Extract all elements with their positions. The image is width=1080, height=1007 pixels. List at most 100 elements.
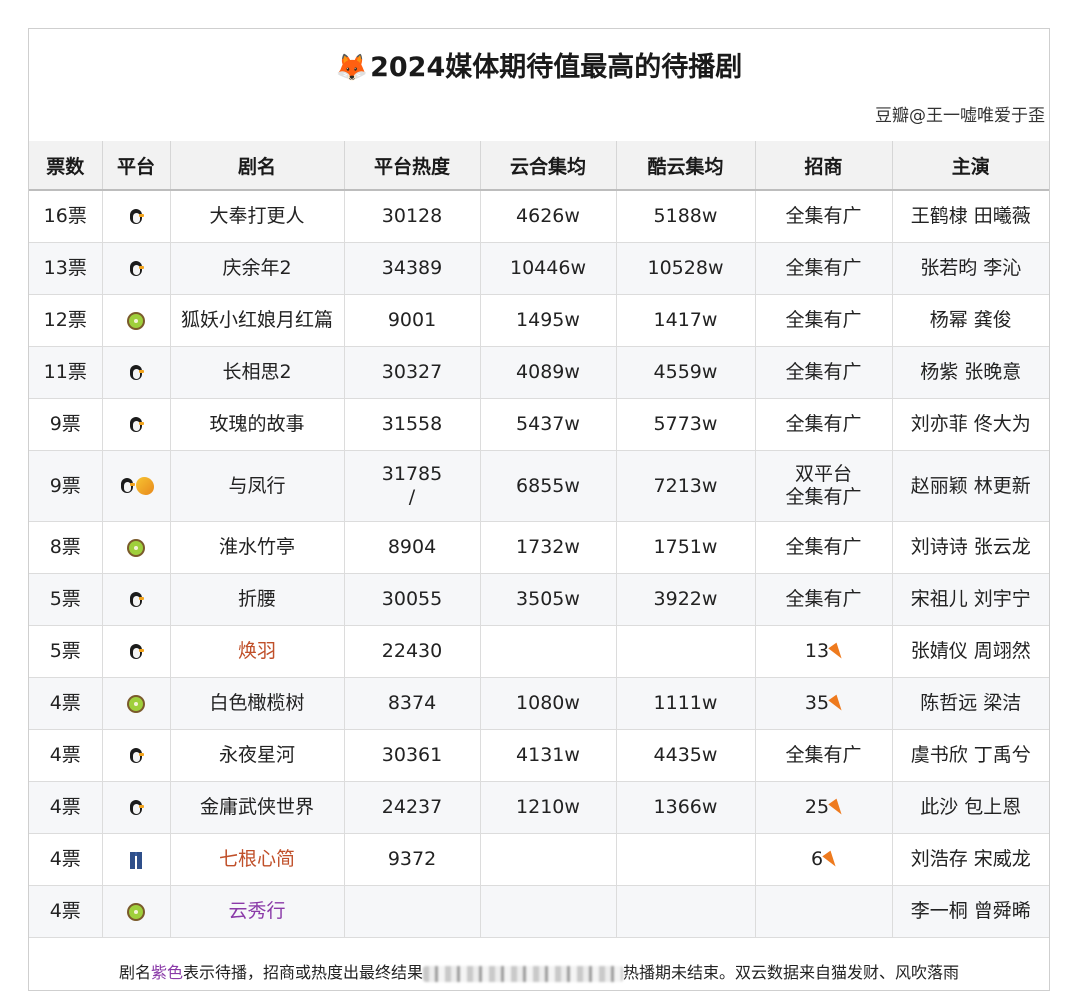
platform-cell: [102, 677, 171, 730]
votes-cell: 9票: [29, 398, 103, 451]
platform-cell: [102, 573, 171, 626]
yunhe-cell: 5437w: [480, 398, 617, 451]
table-row: 4票 七根心简 9372 6 刘浩存 宋威龙: [29, 833, 1049, 886]
kuyun-cell: [616, 833, 756, 886]
ads-cell: 全集有广: [755, 398, 893, 451]
yunhe-cell: [480, 833, 617, 886]
drama-name-cell: 大奉打更人: [170, 190, 345, 243]
platform-cell: [102, 729, 171, 782]
yunhe-cell: 4131w: [480, 729, 617, 782]
drama-name-cell: 淮水竹亭: [170, 521, 345, 574]
table-row: 5票 折腰 30055 3505w 3922w 全集有广 宋祖儿 刘宇宁: [29, 573, 1049, 626]
yunhe-cell: 1210w: [480, 781, 617, 834]
platform-cell: [102, 242, 171, 295]
ads-cell: 全集有广: [755, 573, 893, 626]
platform-cell: [102, 625, 171, 678]
kuyun-cell: [616, 885, 756, 938]
heat-cell: 34389: [344, 242, 481, 295]
drama-name-cell: 七根心简: [170, 833, 345, 886]
ads-cell: 13: [755, 625, 893, 678]
ads-cell: 全集有广: [755, 521, 893, 574]
drama-name-cell: 金庸武侠世界: [170, 781, 345, 834]
ads-cell: 全集有广: [755, 729, 893, 782]
ads-cell: 全集有广: [755, 190, 893, 243]
table-row: 4票 金庸武侠世界 24237 1210w 1366w 25 此沙 包上恩: [29, 781, 1049, 834]
heat-cell: 9372: [344, 833, 481, 886]
kuyun-cell: 5773w: [616, 398, 756, 451]
yunhe-cell: 4626w: [480, 190, 617, 243]
carrot-icon: [822, 850, 840, 869]
page-title: 🦊2024媒体期待值最高的待播剧: [335, 52, 743, 83]
cast-cell: 刘诗诗 张云龙: [892, 521, 1049, 574]
table-row: 16票 大奉打更人 30128 4626w 5188w 全集有广 王鹤棣 田曦薇: [29, 190, 1049, 243]
kuyun-cell: 1751w: [616, 521, 756, 574]
heat-cell: 30128: [344, 190, 481, 243]
heat-cell: 24237: [344, 781, 481, 834]
column-header: 招商: [755, 141, 893, 191]
yunhe-cell: 1732w: [480, 521, 617, 574]
heat-cell: 8904: [344, 521, 481, 574]
column-header: 主演: [892, 141, 1049, 191]
ads-cell: 25: [755, 781, 893, 834]
votes-cell: 9票: [29, 450, 103, 522]
yunhe-cell: 1080w: [480, 677, 617, 730]
cast-cell: 虞书欣 丁禹兮: [892, 729, 1049, 782]
platform-cell: [102, 781, 171, 834]
platform-cell: [102, 833, 171, 886]
drama-name-cell: 庆余年2: [170, 242, 345, 295]
drama-name-cell: 永夜星河: [170, 729, 345, 782]
cast-cell: 杨紫 张晚意: [892, 346, 1049, 399]
column-header: 酷云集均: [616, 141, 756, 191]
ads-cell: [755, 885, 893, 938]
votes-cell: 16票: [29, 190, 103, 243]
drama-name-cell: 折腰: [170, 573, 345, 626]
ads-cell: 全集有广: [755, 346, 893, 399]
column-header: 平台: [102, 141, 171, 191]
footer-note: 剧名紫色表示待播，招商或热度出最终结果 热播期未结束。双云数据来自猫发财、风吹落雨: [118, 963, 960, 982]
yunhe-cell: 6855w: [480, 450, 617, 522]
heat-cell: 30327: [344, 346, 481, 399]
table-row: 9票 玫瑰的故事 31558 5437w 5773w 全集有广 刘亦菲 佟大为: [29, 398, 1049, 451]
platform-cell: [102, 294, 171, 347]
drama-name-cell: 白色橄榄树: [170, 677, 345, 730]
kuyun-cell: 7213w: [616, 450, 756, 522]
penguin-icon: [118, 477, 136, 495]
footer-purple-word: 紫色: [150, 963, 183, 982]
votes-cell: 5票: [29, 573, 103, 626]
fox-icon: 🦊: [335, 53, 369, 83]
table-card: 🦊2024媒体期待值最高的待播剧 豆瓣@王一嘘唯爱于歪 票数 平台 剧名 平台热度 云合…: [28, 28, 1050, 991]
kiwi-icon: [127, 311, 145, 330]
cast-cell: 刘浩存 宋威龙: [892, 833, 1049, 886]
drama-table: 票数 平台 剧名 平台热度 云合集均 酷云集均 招商 主演 16票 大奉打更人 30128 4626…: [29, 141, 1049, 938]
drama-name-cell: 狐妖小红娘月红篇: [170, 294, 345, 347]
heat-cell: [344, 885, 481, 938]
column-header: 剧名: [170, 141, 345, 191]
kuyun-cell: 4559w: [616, 346, 756, 399]
kuyun-cell: 3922w: [616, 573, 756, 626]
heat-cell: 9001: [344, 294, 481, 347]
drama-name-cell: 云秀行: [170, 885, 345, 938]
table-row: 13票 庆余年2 34389 10446w 10528w 全集有广 张若昀 李沁: [29, 242, 1049, 295]
carrot-icon: [828, 798, 846, 817]
mango-icon: [136, 477, 154, 495]
ads-cell: 双平台 全集有广: [755, 450, 893, 522]
heat-cell: 31785/: [344, 450, 481, 522]
heat-cell: 22430: [344, 625, 481, 678]
platform-cell: [102, 521, 171, 574]
votes-cell: 12票: [29, 294, 103, 347]
column-header: 平台热度: [344, 141, 481, 191]
cast-cell: 赵丽颖 林更新: [892, 450, 1049, 522]
ads-cell: 35: [755, 677, 893, 730]
heat-cell: 30361: [344, 729, 481, 782]
drama-name-cell: 玫瑰的故事: [170, 398, 345, 451]
column-header: 云合集均: [480, 141, 617, 191]
platform-cell: [102, 450, 171, 522]
cast-cell: 李一桐 曾舜晞: [892, 885, 1049, 938]
platform-cell: [102, 346, 171, 399]
column-header: 票数: [29, 141, 103, 191]
platform-cell: [102, 190, 171, 243]
table-row: 9票 与凤行 31785/6855w 7213w 双平台 全集有广 赵丽颖 林更新: [29, 450, 1049, 522]
votes-cell: 5票: [29, 625, 103, 678]
votes-cell: 8票: [29, 521, 103, 574]
penguin-icon: [127, 416, 145, 434]
